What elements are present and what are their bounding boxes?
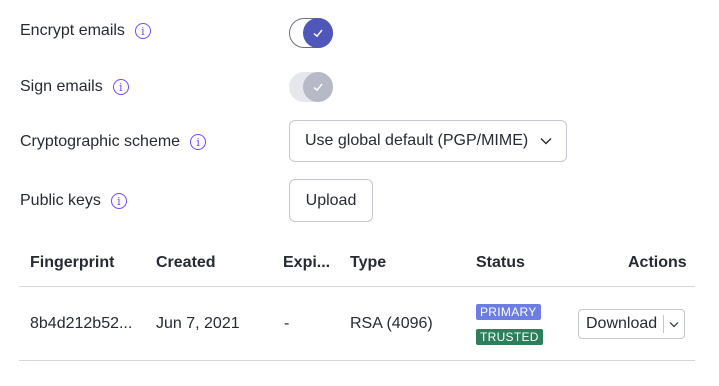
encrypt-emails-row: Encrypt emails i	[20, 22, 151, 40]
upload-button[interactable]: Upload	[289, 179, 373, 222]
table-header-divider	[19, 286, 695, 287]
info-icon[interactable]: i	[110, 193, 127, 209]
encrypt-emails-toggle[interactable]	[289, 18, 333, 48]
column-header-created[interactable]: Created	[156, 254, 216, 272]
encrypt-emails-label: Encrypt emails	[20, 22, 125, 39]
button-divider	[663, 315, 665, 333]
type-cell: RSA (4096)	[350, 315, 433, 332]
column-header-type[interactable]: Type	[350, 254, 386, 272]
check-icon	[303, 72, 333, 102]
chevron-down-icon[interactable]	[669, 321, 679, 328]
chevron-down-icon	[540, 132, 552, 150]
check-icon	[303, 18, 333, 48]
column-header-actions: Actions	[628, 254, 687, 271]
column-header-fingerprint[interactable]: Fingerprint	[30, 254, 114, 272]
cryptographic-scheme-label: Cryptographic scheme	[20, 133, 181, 150]
sign-emails-row: Sign emails i	[20, 78, 129, 96]
table-row-divider	[19, 360, 695, 361]
sign-emails-toggle[interactable]	[289, 72, 333, 102]
sign-emails-label: Sign emails	[20, 78, 103, 95]
cryptographic-scheme-select[interactable]: Use global default (PGP/MIME)	[289, 120, 567, 162]
scheme-selected-value: Use global default (PGP/MIME)	[305, 132, 529, 149]
fingerprint-cell: 8b4d212b52...	[30, 315, 133, 332]
download-label: Download	[586, 315, 658, 332]
column-header-expires[interactable]: Expi...	[283, 254, 330, 272]
status-badge-trusted: TRUSTED	[476, 329, 543, 345]
public-keys-row: Public keys i	[20, 192, 127, 210]
info-icon[interactable]: i	[112, 79, 129, 95]
cryptographic-scheme-row: Cryptographic scheme i	[20, 133, 207, 151]
column-header-status: Status	[476, 254, 525, 271]
info-icon[interactable]: i	[134, 23, 151, 39]
status-badge-primary: PRIMARY	[476, 304, 541, 320]
info-icon[interactable]: i	[190, 134, 207, 150]
public-keys-label: Public keys	[20, 192, 101, 209]
expires-cell: -	[284, 315, 290, 332]
created-cell: Jun 7, 2021	[156, 315, 240, 332]
download-button[interactable]: Download	[578, 309, 685, 339]
